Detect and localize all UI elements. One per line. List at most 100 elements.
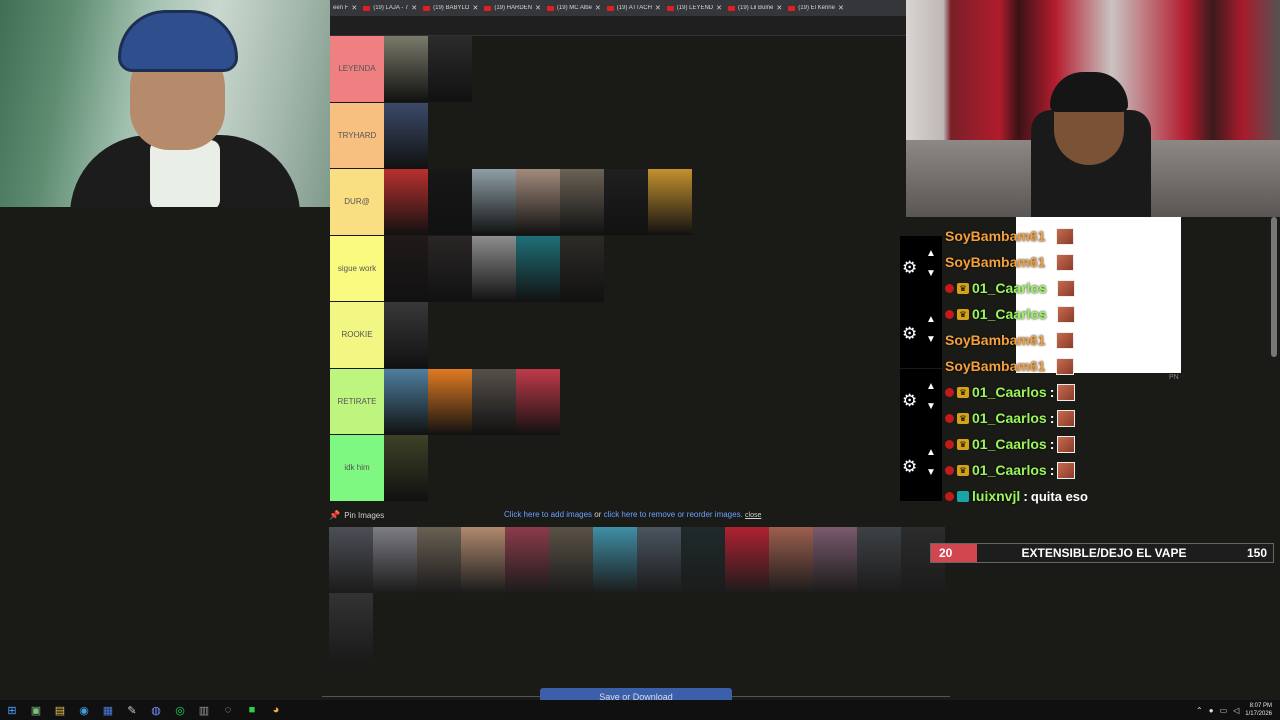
chrome-icon[interactable]: ◕	[268, 703, 284, 717]
browser-tab[interactable]: een F ✕	[330, 0, 360, 16]
tier-image[interactable]	[384, 435, 428, 501]
emote-icon	[1057, 305, 1076, 323]
close-icon[interactable]: ✕	[472, 4, 478, 12]
tier-image[interactable]	[384, 368, 428, 435]
pool-image[interactable]	[813, 527, 857, 593]
tier-image[interactable]	[648, 169, 692, 235]
tier-image[interactable]	[384, 169, 428, 235]
discord-icon[interactable]: ◍	[148, 703, 164, 717]
edge-icon[interactable]: ◉	[76, 703, 92, 717]
pool-image[interactable]	[725, 527, 769, 593]
pool-image[interactable]	[373, 527, 417, 593]
gear-icon[interactable]: ⚙	[902, 391, 917, 411]
mic-icon[interactable]: ●	[1209, 706, 1214, 715]
console-icon[interactable]: ▥	[196, 703, 212, 717]
tier-image[interactable]	[472, 368, 516, 435]
clock[interactable]: 8:07 PM 1/17/2026	[1245, 702, 1272, 718]
emote-icon	[1057, 409, 1076, 427]
tier-image[interactable]	[472, 235, 516, 302]
tier-label[interactable]: LEYENDA	[330, 36, 384, 102]
chevron-down-icon[interactable]: ▼	[926, 467, 936, 478]
close-icon[interactable]: ✕	[716, 4, 722, 12]
tier-label[interactable]: ROOKIE	[330, 302, 384, 368]
green-app-icon[interactable]: ■	[244, 703, 260, 717]
tier-image[interactable]	[560, 235, 604, 302]
tier-image[interactable]	[384, 36, 428, 102]
chevron-up-icon[interactable]: ⌃	[1196, 706, 1203, 715]
windows-icon[interactable]: ⊞	[4, 703, 20, 717]
browser-tab[interactable]: (19) MC Albe ✕	[544, 0, 604, 16]
tier-image[interactable]	[472, 169, 516, 235]
browser-tab[interactable]: (19) El Kenne ✕	[785, 0, 847, 16]
close-icon[interactable]: ✕	[351, 4, 357, 12]
browser-tab[interactable]: (19) HARDEN ✕	[481, 0, 544, 16]
volume-icon[interactable]: ◁	[1233, 706, 1239, 715]
pool-image[interactable]	[329, 593, 373, 659]
terminal-icon[interactable]: ▣	[28, 703, 44, 717]
tier-label[interactable]: idk him	[330, 435, 384, 501]
add-images-link[interactable]: Click here to add images	[504, 510, 592, 519]
browser-tab[interactable]: (19) BABYLO ✕	[420, 0, 481, 16]
pool-image[interactable]	[329, 527, 373, 593]
chevron-down-icon[interactable]: ▼	[926, 334, 936, 345]
close-link[interactable]: close	[745, 512, 761, 519]
spotify-icon[interactable]: ◎	[172, 703, 188, 717]
tier-image[interactable]	[604, 169, 648, 235]
youtube-icon	[788, 5, 796, 11]
remove-reorder-link[interactable]: click here to remove or reorder images.	[604, 510, 743, 519]
tier-image[interactable]	[384, 302, 428, 368]
store-icon[interactable]: ▦	[100, 703, 116, 717]
save-download-button[interactable]: Save or Download	[540, 688, 732, 700]
close-icon[interactable]: ✕	[776, 4, 782, 12]
pool-image[interactable]	[681, 527, 725, 593]
tier-image[interactable]	[428, 235, 472, 302]
gear-icon[interactable]: ⚙	[902, 258, 917, 278]
pool-image[interactable]	[549, 527, 593, 593]
chat-separator: :	[1049, 384, 1055, 400]
gear-icon[interactable]: ⚙	[902, 457, 917, 477]
browser-tab[interactable]: (19) LEYEND ✕	[664, 0, 725, 16]
pool-image[interactable]	[857, 527, 901, 593]
tier-label[interactable]: RETIRATE	[330, 368, 384, 434]
tier-image[interactable]	[384, 235, 428, 302]
chat-scrollbar[interactable]	[1271, 217, 1277, 357]
tier-image[interactable]	[428, 169, 472, 235]
network-icon[interactable]: ▭	[1220, 706, 1228, 715]
browser-tab[interactable]: (19) Lil Bulne ✕	[725, 0, 785, 16]
close-icon[interactable]: ✕	[655, 4, 661, 12]
file-explorer-icon[interactable]: ▤	[52, 703, 68, 717]
pool-image[interactable]	[461, 527, 505, 593]
pen-icon[interactable]: ✎	[124, 703, 140, 717]
chevron-up-icon[interactable]: ▲	[926, 248, 936, 259]
subscriber-badge-icon	[945, 491, 954, 501]
tier-image[interactable]	[560, 169, 604, 235]
browser-tab[interactable]: (19) ATTACH ✕	[604, 0, 664, 16]
tier-label[interactable]: DUR@	[330, 169, 384, 235]
close-icon[interactable]: ✕	[838, 4, 844, 12]
pool-image[interactable]	[769, 527, 813, 593]
tier-image[interactable]	[428, 36, 472, 102]
tier-image[interactable]	[516, 169, 560, 235]
close-icon[interactable]: ✕	[535, 4, 541, 12]
obs-icon[interactable]: ◌	[220, 703, 236, 717]
tier-image[interactable]	[428, 368, 472, 435]
chevron-up-icon[interactable]: ▲	[926, 314, 936, 325]
tier-label[interactable]: sigue work	[330, 235, 384, 301]
pool-image[interactable]	[593, 527, 637, 593]
tier-image[interactable]	[516, 235, 560, 302]
pool-image[interactable]	[505, 527, 549, 593]
close-icon[interactable]: ✕	[411, 4, 417, 12]
tier-image[interactable]	[516, 368, 560, 435]
pool-image[interactable]	[637, 527, 681, 593]
tier-image[interactable]	[384, 102, 428, 169]
browser-tab[interactable]: (19) LAJA - 7 ✕	[360, 0, 420, 16]
chevron-down-icon[interactable]: ▼	[926, 401, 936, 412]
close-icon[interactable]: ✕	[595, 4, 601, 12]
pin-images-toggle[interactable]: 📌 Pin Images	[329, 510, 384, 521]
gear-icon[interactable]: ⚙	[902, 324, 917, 344]
chevron-up-icon[interactable]: ▲	[926, 381, 936, 392]
chevron-down-icon[interactable]: ▼	[926, 268, 936, 279]
pool-image[interactable]	[417, 527, 461, 593]
chevron-up-icon[interactable]: ▲	[926, 447, 936, 458]
tier-label[interactable]: TRYHARD	[330, 102, 384, 168]
